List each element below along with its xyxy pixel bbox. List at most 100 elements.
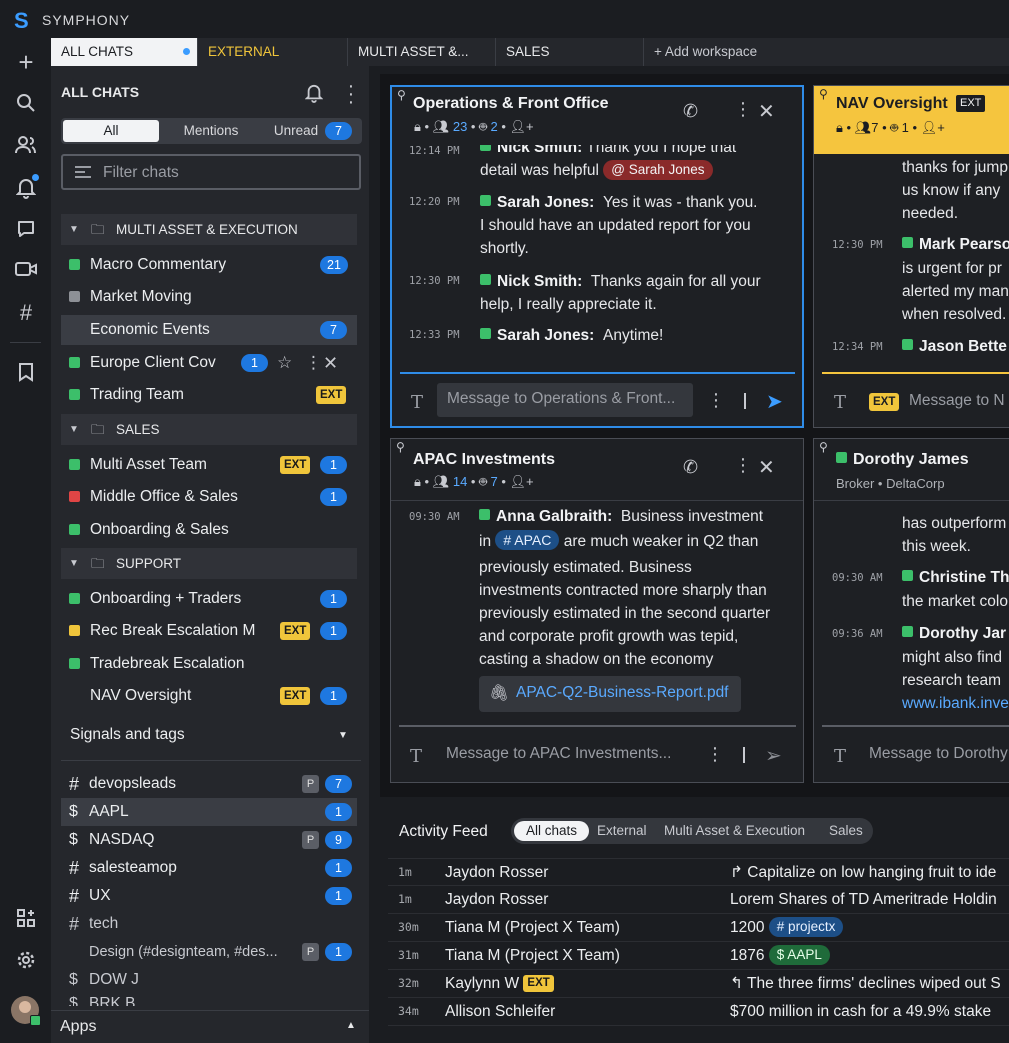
hashtag-chip[interactable]: # projectx — [768, 917, 844, 937]
hashtag-icon[interactable]: # — [14, 301, 38, 325]
section-support[interactable]: ▼ 🗀 SUPPORT — [61, 548, 357, 579]
filter-tab-mentions[interactable]: Mentions — [171, 120, 251, 142]
signal-item-devopsleads[interactable]: # devopsleads P 7 — [61, 770, 357, 798]
bookmark-icon[interactable] — [14, 362, 38, 386]
add-member-icon[interactable]: 👤︎+ — [510, 119, 534, 134]
text-format-icon[interactable]: T — [410, 746, 422, 767]
pin-icon[interactable]: ⚲ — [396, 440, 405, 454]
filter-chats-input[interactable]: Filter chats — [61, 154, 361, 190]
kebab-menu-icon[interactable]: ⋮ — [734, 99, 752, 120]
signal-item-ux[interactable]: # UX 1 — [61, 882, 357, 910]
chat-bubble-icon[interactable] — [14, 219, 38, 243]
msg-author[interactable]: Sarah Jones: — [497, 327, 594, 344]
filter-tab-all[interactable]: All — [63, 120, 159, 142]
kebab-menu-icon[interactable]: ⋮ — [707, 390, 725, 411]
msg-author[interactable]: Mark Pearso — [919, 236, 1009, 253]
kebab-menu-icon[interactable]: · · · — [347, 76, 355, 112]
add-workspace-button[interactable]: + Add workspace — [644, 38, 844, 66]
bell-icon[interactable] — [304, 83, 324, 108]
chat-title[interactable]: Operations & Front Office — [413, 95, 609, 113]
signal-item-design[interactable]: Design (#designteam, #des... P 1 — [61, 938, 357, 966]
feed-row[interactable]: 34m Allison Schleifer $700 million in ca… — [388, 998, 1009, 1026]
hashtag-chip[interactable]: # APAC — [495, 530, 560, 550]
member-count[interactable]: 14 — [453, 474, 467, 489]
chat-item-rec-break-escalation[interactable]: Rec Break Escalation M EXT 1 — [61, 616, 357, 646]
chat-title[interactable]: APAC Investments — [413, 451, 555, 469]
kebab-menu-icon[interactable]: ⋮ — [734, 455, 752, 476]
pin-icon[interactable]: ⚲ — [819, 87, 828, 101]
text-format-icon[interactable]: T — [834, 746, 846, 767]
chat-item-macro-commentary[interactable]: Macro Commentary 21 — [61, 250, 357, 280]
msg-author[interactable]: Nick Smith: — [497, 145, 582, 156]
apps-section[interactable]: Apps ▲ — [51, 1010, 369, 1043]
add-member-icon[interactable]: 👤︎+ — [510, 474, 534, 489]
phone-icon[interactable]: ✆ — [683, 457, 698, 478]
kebab-menu-icon[interactable]: ⋮ — [305, 348, 322, 378]
composer-placeholder[interactable]: Message to APAC Investments... — [446, 745, 671, 763]
chat-item-onboarding-traders[interactable]: Onboarding + Traders 1 — [61, 584, 357, 614]
msg-author[interactable]: Dorothy Jar — [919, 625, 1006, 642]
chat-item-europe-client-cov[interactable]: Europe Client Cov 1 ☆ ⋮ ✕ — [61, 348, 357, 378]
signal-item-aapl[interactable]: $ AAPL 1 — [61, 798, 357, 826]
tab-multi-asset[interactable]: MULTI ASSET &... — [348, 38, 496, 66]
tab-sales[interactable]: SALES — [496, 38, 644, 66]
tab-external[interactable]: EXTERNAL — [198, 38, 348, 66]
star-icon[interactable]: ☆ — [277, 348, 292, 378]
msg-author[interactable]: Anna Galbraith: — [496, 508, 612, 525]
pin-icon[interactable]: ⚲ — [819, 440, 828, 454]
file-attachment[interactable]: 🖇︎ APAC-Q2-Business-Report.pdf — [479, 676, 741, 712]
text-format-icon[interactable]: T — [411, 392, 423, 413]
pin-icon[interactable]: ⚲ — [397, 88, 406, 102]
section-multi-asset[interactable]: ▼ 🗀 MULTI ASSET & EXECUTION — [61, 214, 357, 245]
feed-row[interactable]: 32m Kaylynn W EXT ↰ The three firms' dec… — [388, 970, 1009, 998]
plus-icon[interactable]: + — [14, 49, 38, 75]
close-icon[interactable]: ✕ — [758, 99, 775, 124]
apps-grid-icon[interactable] — [14, 908, 38, 932]
send-icon[interactable]: ➤ — [766, 389, 783, 414]
msg-author[interactable]: Sarah Jones: — [497, 194, 594, 211]
chat-item-nav-oversight[interactable]: NAV Oversight EXT 1 — [61, 681, 357, 711]
chat-item-multi-asset-team[interactable]: Multi Asset Team EXT 1 — [61, 450, 357, 480]
member-count[interactable]: 7 — [871, 120, 878, 135]
bot-count[interactable]: 7 — [491, 474, 498, 489]
feed-row[interactable]: 1m Jaydon Rosser Lorem Shares of TD Amer… — [388, 886, 1009, 914]
signal-item-tech[interactable]: # tech — [61, 910, 357, 938]
chevron-down-icon[interactable]: ▼ — [338, 730, 348, 741]
kebab-menu-icon[interactable]: ⋮ — [706, 744, 724, 765]
feed-filter-sales[interactable]: Sales — [829, 821, 863, 841]
send-icon[interactable]: ➢ — [765, 743, 782, 768]
search-icon[interactable] — [14, 93, 38, 117]
cashtag-chip[interactable]: $ AAPL — [768, 945, 830, 965]
signal-item-brk[interactable]: $ BRK.B — [61, 994, 357, 1006]
tab-all-chats[interactable]: ALL CHATS — [51, 38, 198, 66]
video-icon[interactable] — [14, 260, 38, 284]
msg-author[interactable]: Nick Smith: — [497, 273, 582, 290]
chat-item-tradebreak-escalation[interactable]: Tradebreak Escalation — [61, 649, 357, 679]
add-member-icon[interactable]: 👤︎+ — [921, 120, 945, 135]
chat-item-middle-office-sales[interactable]: Middle Office & Sales 1 — [61, 482, 357, 512]
bot-count[interactable]: 1 — [902, 120, 909, 135]
gear-icon[interactable] — [14, 950, 38, 974]
signal-item-dow[interactable]: $ DOW J — [61, 966, 357, 994]
close-icon[interactable]: ✕ — [323, 348, 338, 378]
chat-title[interactable]: NAV Oversight — [836, 95, 948, 113]
close-icon[interactable]: ✕ — [758, 455, 775, 480]
text-format-icon[interactable]: T — [834, 392, 846, 413]
composer-placeholder[interactable]: Message to N — [909, 392, 1005, 410]
chat-title-row[interactable]: Dorothy James — [836, 451, 969, 469]
filter-tab-unread[interactable]: Unread — [261, 120, 331, 142]
signal-item-salesteamop[interactable]: # salesteamop 1 — [61, 854, 357, 882]
chat-item-economic-events[interactable]: Economic Events 7 — [61, 315, 357, 345]
msg-author[interactable]: Jason Bette — [919, 338, 1007, 355]
member-count[interactable]: 23 — [453, 119, 467, 134]
phone-icon[interactable]: ✆ — [683, 101, 698, 122]
feed-row[interactable]: 30m Tiana M (Project X Team) 1200 # proj… — [388, 914, 1009, 942]
mention-chip[interactable]: @ Sarah Jones — [603, 160, 713, 180]
message-input[interactable]: Message to Operations & Front... — [437, 383, 693, 417]
feed-filter-all[interactable]: All chats — [514, 821, 589, 841]
signal-item-nasdaq[interactable]: $ NASDAQ P 9 — [61, 826, 357, 854]
chat-item-onboarding-sales[interactable]: Onboarding & Sales — [61, 515, 357, 545]
avatar[interactable] — [11, 996, 41, 1026]
feed-filter-multi-asset[interactable]: Multi Asset & Execution — [664, 821, 805, 841]
chat-item-market-moving[interactable]: Market Moving — [61, 282, 357, 312]
